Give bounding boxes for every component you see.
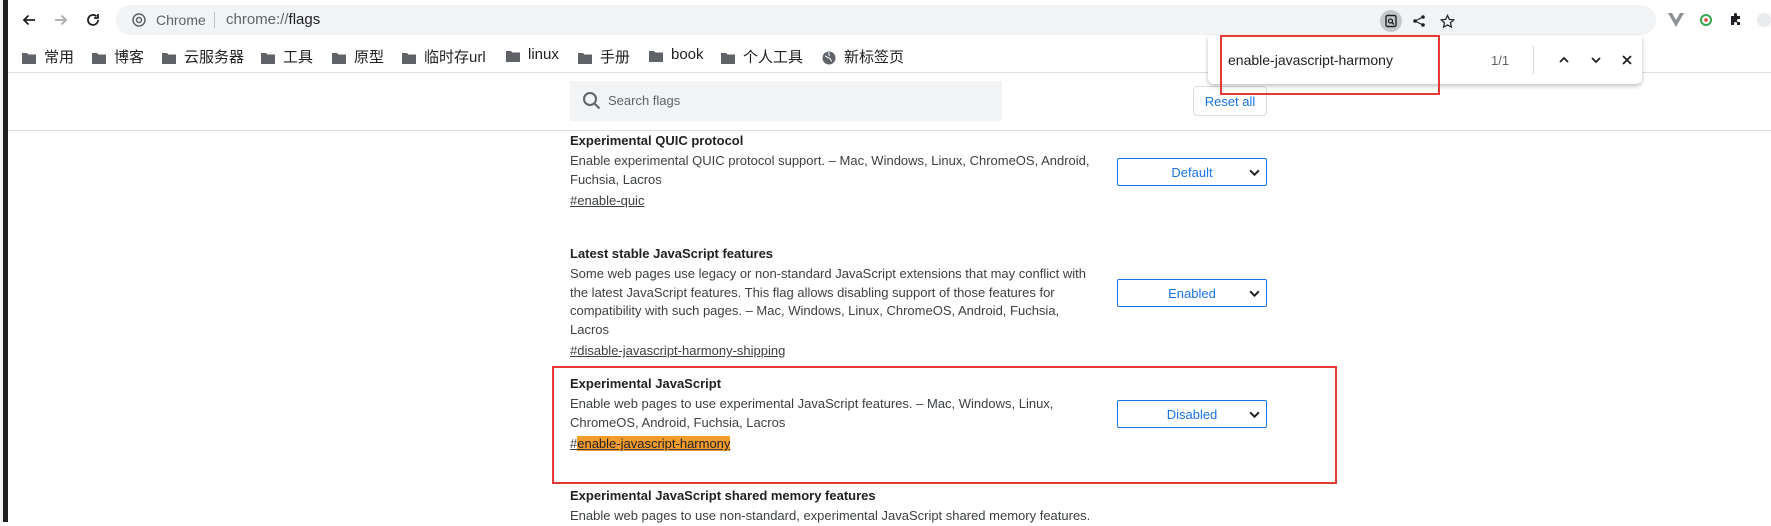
flag-description: Enable web pages to use non-standard, ex… (570, 508, 1091, 523)
flag-permalink[interactable]: #disable-javascript-harmony-shipping (570, 343, 785, 358)
find-separator (1533, 46, 1534, 74)
find-in-page-button[interactable] (1380, 10, 1402, 32)
close-icon (1622, 55, 1632, 65)
avatar-icon (1757, 13, 1771, 27)
find-in-page-icon (1385, 14, 1397, 28)
bookmark-star-button[interactable] (1436, 10, 1458, 32)
window-edge (0, 0, 8, 522)
flag-title: Latest stable JavaScript features (570, 246, 774, 261)
folder-icon (92, 51, 106, 64)
search-flags-input[interactable]: Search flags (570, 81, 1002, 121)
bookmark-link[interactable]: 新标签页 (822, 46, 904, 67)
globe-icon (822, 51, 836, 64)
bookmark-folder[interactable]: 临时存url (402, 46, 486, 67)
search-icon (583, 92, 601, 110)
extensions-button[interactable] (1725, 9, 1747, 31)
omnibox-url[interactable]: chrome://flags (226, 11, 320, 28)
folder-icon (506, 49, 520, 62)
select-value: Default (1171, 164, 1213, 180)
bookmark-folder[interactable]: 云服务器 (162, 46, 244, 67)
header-divider (8, 130, 1771, 131)
bookmark-label: 工具 (283, 49, 314, 66)
flag-title: Experimental JavaScript shared memory fe… (570, 488, 876, 503)
find-previous-button[interactable] (1553, 49, 1575, 71)
flag-description: Enable experimental QUIC protocol suppor… (570, 153, 1090, 187)
bookmark-folder[interactable]: 个人工具 (721, 46, 803, 67)
url-path: flags (288, 11, 321, 28)
bookmark-folder[interactable]: 原型 (332, 46, 384, 67)
flag-select-js-harmony-shipping[interactable]: Enabled (1117, 279, 1267, 307)
bookmark-folder[interactable]: 博客 (92, 46, 144, 67)
flag-description: Some web pages use legacy or non-standar… (570, 266, 1086, 337)
find-match-count: 1/1 (1491, 53, 1510, 68)
folder-icon (22, 51, 36, 64)
bookmark-folder[interactable]: 手册 (578, 46, 630, 67)
bookmark-label: book (671, 46, 704, 63)
omnibox-separator (214, 12, 215, 28)
chevron-down-icon (1249, 290, 1260, 298)
reload-button[interactable] (80, 7, 106, 33)
bookmark-label: 个人工具 (743, 49, 804, 66)
back-button[interactable] (16, 7, 42, 33)
vue-devtools-icon (1668, 13, 1684, 27)
share-button[interactable] (1408, 10, 1430, 32)
bookmark-label: 新标签页 (844, 49, 905, 66)
chrome-icon (132, 13, 146, 27)
folder-icon (402, 51, 416, 64)
profile-button[interactable] (1753, 9, 1771, 31)
url-scheme: chrome:// (226, 11, 289, 28)
bookmark-label: 云服务器 (184, 49, 245, 66)
bookmark-folder[interactable]: book (649, 46, 704, 63)
folder-icon (649, 49, 663, 62)
bookmark-label: 原型 (354, 49, 385, 66)
omnibox-chip-label: Chrome (156, 12, 206, 28)
flag-entry-shared-memory: Experimental JavaScript shared memory fe… (570, 488, 1270, 526)
folder-icon (721, 51, 735, 64)
chevron-up-icon (1559, 56, 1569, 63)
arrow-right-icon (55, 14, 68, 26)
folder-icon (578, 51, 592, 64)
annotation-box-flag (552, 366, 1337, 484)
folder-icon (162, 51, 176, 64)
puzzle-icon (1731, 13, 1740, 25)
star-icon (1439, 13, 1455, 28)
bookmark-folder[interactable]: linux (506, 46, 559, 63)
bookmark-folder[interactable]: 工具 (261, 46, 313, 67)
bookmark-label: 临时存url (424, 49, 486, 66)
extension-green-button[interactable] (1695, 9, 1717, 31)
bookmark-label: 常用 (44, 49, 75, 66)
share-icon (1413, 15, 1425, 27)
extension-vue-button[interactable] (1665, 9, 1687, 31)
bookmark-label: linux (528, 46, 559, 63)
bookmark-folder[interactable]: 常用 (22, 46, 74, 67)
flag-select-quic[interactable]: Default (1117, 158, 1267, 186)
find-close-button[interactable] (1616, 49, 1638, 71)
browser-toolbar: Chrome chrome://flags (8, 0, 1771, 40)
extension-circle-icon (1700, 14, 1712, 26)
reload-icon (87, 14, 99, 26)
select-value: Enabled (1168, 285, 1216, 301)
chevron-down-icon (1249, 169, 1260, 177)
folder-icon (332, 51, 346, 64)
find-next-button[interactable] (1585, 49, 1607, 71)
forward-button[interactable] (48, 7, 74, 33)
flag-permalink[interactable]: #enable-quic (570, 193, 644, 208)
bookmark-label: 博客 (114, 49, 145, 66)
bookmark-label: 手册 (600, 49, 631, 66)
address-bar[interactable]: Chrome chrome://flags (116, 5, 1656, 35)
arrow-left-icon (22, 14, 35, 26)
chevron-down-icon (1591, 57, 1601, 64)
flag-title: Experimental QUIC protocol (570, 133, 744, 148)
search-placeholder: Search flags (608, 93, 681, 108)
annotation-box-find (1220, 35, 1440, 95)
folder-icon (261, 51, 275, 64)
